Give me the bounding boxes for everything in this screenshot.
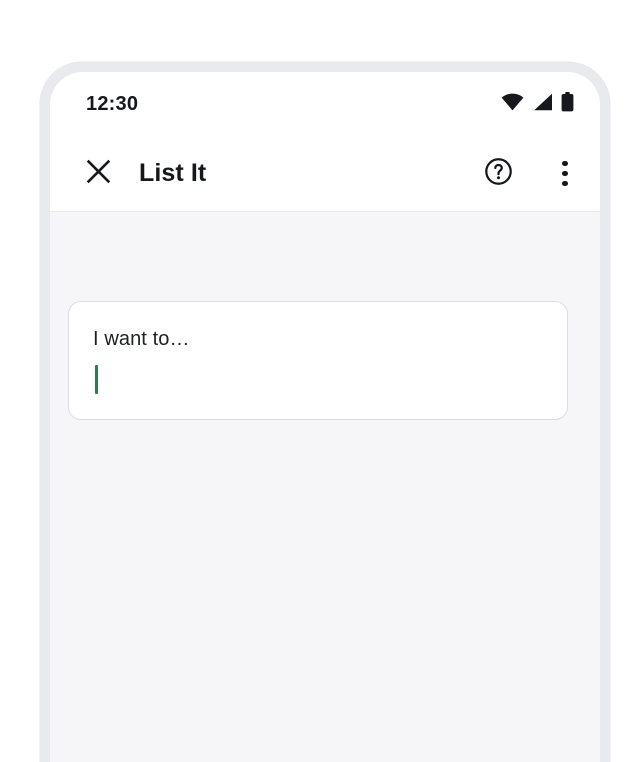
menu-dot-icon [562, 160, 568, 167]
status-bar: 12:30 [50, 72, 600, 136]
help-button[interactable] [476, 152, 520, 196]
status-bar-clock: 12:30 [86, 93, 139, 115]
menu-dot-icon [562, 170, 568, 177]
page-title: List It [139, 159, 207, 187]
content-area: I want to… [50, 212, 600, 762]
wifi-icon [501, 93, 524, 116]
help-circle-icon [484, 157, 513, 191]
close-button[interactable] [76, 152, 120, 196]
menu-dot-icon [562, 180, 568, 187]
app-toolbar: List It [50, 136, 600, 212]
overflow-menu-button[interactable] [548, 152, 582, 196]
text-caret [95, 365, 98, 394]
battery-icon [561, 91, 574, 117]
close-icon [85, 158, 112, 190]
phone-screen: 12:30 List It I want to… [50, 72, 600, 762]
task-input-field[interactable]: I want to… [68, 301, 568, 420]
cellular-signal-icon [532, 93, 553, 116]
task-input-placeholder: I want to… [93, 328, 190, 350]
status-bar-icons [501, 91, 574, 117]
phone-device-frame: 12:30 List It I want to… [40, 62, 610, 762]
